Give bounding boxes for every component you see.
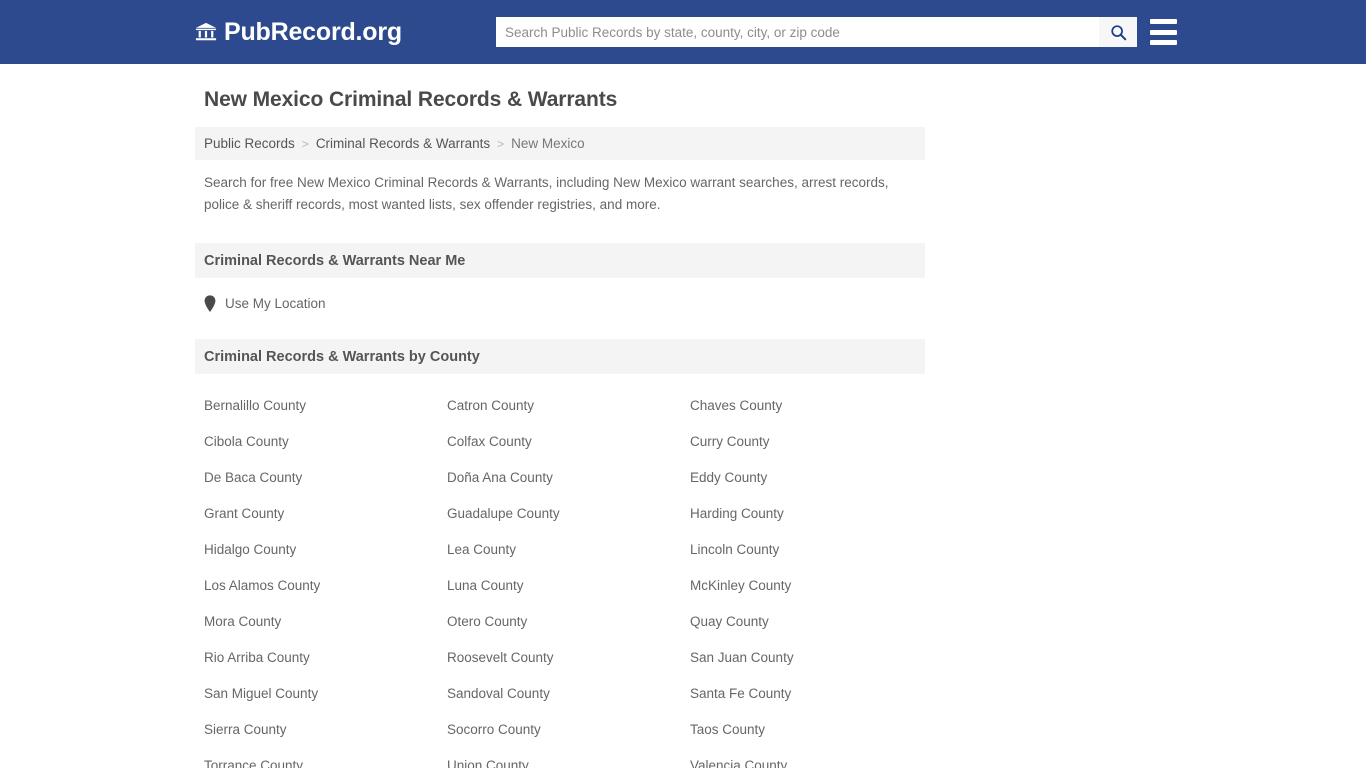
main-content: New Mexico Criminal Records & Warrants P… xyxy=(195,86,925,768)
county-link[interactable]: Doña Ana County xyxy=(447,470,553,485)
county-list-item[interactable]: Catron County xyxy=(438,387,681,423)
county-list-item[interactable]: Eddy County xyxy=(681,459,925,495)
use-my-location-row[interactable]: Use My Location xyxy=(195,295,925,312)
breadcrumb: Public Records > Criminal Records & Warr… xyxy=(195,127,925,160)
county-list-item[interactable]: Torrance County xyxy=(195,747,438,768)
county-list-item[interactable]: Sierra County xyxy=(195,711,438,747)
county-link[interactable]: Santa Fe County xyxy=(690,686,791,701)
county-link[interactable]: Rio Arriba County xyxy=(204,650,310,665)
county-list-item[interactable]: Chaves County xyxy=(681,387,925,423)
county-list: Bernalillo County Catron County Chaves Cou… xyxy=(195,387,925,768)
county-link[interactable]: Lea County xyxy=(447,542,516,557)
county-link[interactable]: Curry County xyxy=(690,434,770,449)
search-submit-button[interactable] xyxy=(1099,17,1137,47)
county-link[interactable]: Los Alamos County xyxy=(204,578,320,593)
county-list-item[interactable]: San Miguel County xyxy=(195,675,438,711)
search-icon xyxy=(1110,24,1127,41)
county-list-item[interactable]: Bernalillo County xyxy=(195,387,438,423)
county-link[interactable]: De Baca County xyxy=(204,470,302,485)
hamburger-menu-icon-bar-1 xyxy=(1150,19,1177,24)
county-list-item[interactable]: Grant County xyxy=(195,495,438,531)
county-list-item[interactable]: Curry County xyxy=(681,423,925,459)
use-my-location-link[interactable]: Use My Location xyxy=(225,296,326,311)
intro-paragraph: Search for free New Mexico Criminal Reco… xyxy=(204,175,889,212)
county-list-item[interactable]: Socorro County xyxy=(438,711,681,747)
bank-building-icon xyxy=(195,21,217,43)
county-list-item[interactable]: Lea County xyxy=(438,531,681,567)
county-list-item[interactable]: Santa Fe County xyxy=(681,675,925,711)
county-list-item[interactable]: Luna County xyxy=(438,567,681,603)
county-link[interactable]: Taos County xyxy=(690,722,765,737)
breadcrumb-item-criminal-records-warrants[interactable]: Criminal Records & Warrants xyxy=(316,136,490,151)
county-list-item[interactable]: McKinley County xyxy=(681,567,925,603)
site-logo-text: PubRecord.org xyxy=(224,18,402,46)
hamburger-menu-button[interactable] xyxy=(1150,19,1177,45)
county-list-item[interactable]: Cibola County xyxy=(195,423,438,459)
county-link[interactable]: Otero County xyxy=(447,614,527,629)
county-list-item[interactable]: Guadalupe County xyxy=(438,495,681,531)
county-link[interactable]: Hidalgo County xyxy=(204,542,296,557)
breadcrumb-separator-2: > xyxy=(497,136,505,151)
county-list-item[interactable]: San Juan County xyxy=(681,639,925,675)
county-list-item[interactable]: Quay County xyxy=(681,603,925,639)
county-link[interactable]: McKinley County xyxy=(690,578,791,593)
county-list-item[interactable]: Otero County xyxy=(438,603,681,639)
county-list-item[interactable]: Harding County xyxy=(681,495,925,531)
map-pin-icon xyxy=(204,295,216,312)
site-logo-link[interactable]: PubRecord.org xyxy=(195,19,402,45)
hamburger-menu-icon-bar-3 xyxy=(1150,40,1177,45)
county-list-item[interactable]: Sandoval County xyxy=(438,675,681,711)
county-link[interactable]: Luna County xyxy=(447,578,524,593)
county-list-item[interactable]: Mora County xyxy=(195,603,438,639)
breadcrumb-item-public-records[interactable]: Public Records xyxy=(204,136,295,151)
county-link[interactable]: Guadalupe County xyxy=(447,506,560,521)
county-link[interactable]: Torrance County xyxy=(204,758,303,768)
breadcrumb-separator-1: > xyxy=(301,136,309,151)
county-list-item[interactable]: Rio Arriba County xyxy=(195,639,438,675)
county-list-item[interactable]: Hidalgo County xyxy=(195,531,438,567)
county-link[interactable]: Eddy County xyxy=(690,470,767,485)
county-list-item[interactable]: Taos County xyxy=(681,711,925,747)
county-list-item[interactable]: Colfax County xyxy=(438,423,681,459)
county-list-item[interactable]: Los Alamos County xyxy=(195,567,438,603)
county-link[interactable]: Catron County xyxy=(447,398,534,413)
county-link[interactable]: Valencia County xyxy=(690,758,787,768)
county-link[interactable]: Grant County xyxy=(204,506,284,521)
county-link[interactable]: Harding County xyxy=(690,506,784,521)
county-link[interactable]: Bernalillo County xyxy=(204,398,306,413)
county-link[interactable]: Lincoln County xyxy=(690,542,779,557)
county-link[interactable]: Chaves County xyxy=(690,398,782,413)
search-input[interactable] xyxy=(496,18,1099,46)
county-link[interactable]: Roosevelt County xyxy=(447,650,554,665)
county-list-item[interactable]: Roosevelt County xyxy=(438,639,681,675)
county-list-item[interactable]: Union County xyxy=(438,747,681,768)
county-list-item[interactable]: Lincoln County xyxy=(681,531,925,567)
page-title: New Mexico Criminal Records & Warrants xyxy=(204,88,618,111)
section-heading-by-county: Criminal Records & Warrants by County xyxy=(195,339,925,374)
county-link[interactable]: Sierra County xyxy=(204,722,287,737)
county-link[interactable]: Colfax County xyxy=(447,434,532,449)
county-link[interactable]: Mora County xyxy=(204,614,281,629)
site-header: PubRecord.org xyxy=(0,0,1366,64)
county-list-item[interactable]: Valencia County xyxy=(681,747,925,768)
county-link[interactable]: Socorro County xyxy=(447,722,541,737)
county-list-item[interactable]: De Baca County xyxy=(195,459,438,495)
county-link[interactable]: Cibola County xyxy=(204,434,289,449)
county-link[interactable]: Union County xyxy=(447,758,529,768)
search-bar xyxy=(496,17,1137,47)
county-link[interactable]: San Juan County xyxy=(690,650,794,665)
breadcrumb-item-new-mexico: New Mexico xyxy=(511,136,585,151)
county-link[interactable]: Sandoval County xyxy=(447,686,550,701)
hamburger-menu-icon-bar-2 xyxy=(1150,29,1177,35)
county-link[interactable]: San Miguel County xyxy=(204,686,318,701)
county-list-item[interactable]: Doña Ana County xyxy=(438,459,681,495)
county-link[interactable]: Quay County xyxy=(690,614,769,629)
section-heading-near-me: Criminal Records & Warrants Near Me xyxy=(195,243,925,278)
